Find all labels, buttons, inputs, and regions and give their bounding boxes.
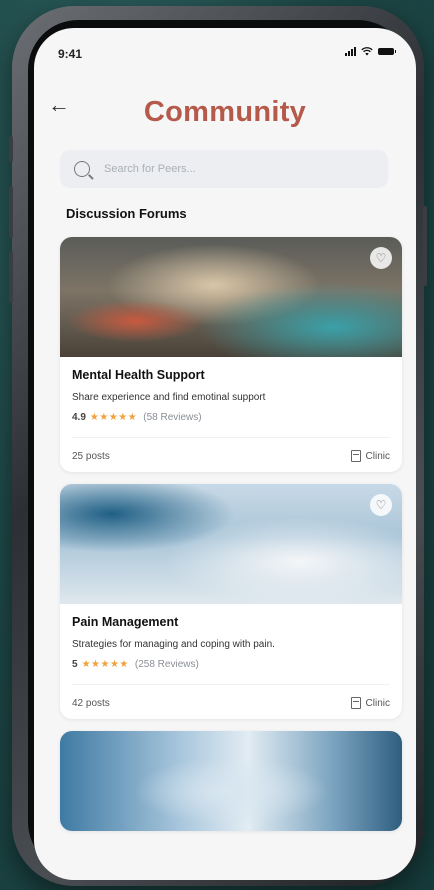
post-count: 42 posts (72, 697, 110, 709)
mute-switch (9, 136, 13, 162)
volume-down-button (9, 251, 13, 303)
clinic-label: Clinic (365, 450, 390, 462)
clinic-tag: Clinic (350, 697, 390, 709)
status-icons (345, 47, 396, 56)
clinic-icon (350, 450, 361, 462)
forum-list: ♡ Mental Health Support Share experience… (60, 237, 402, 831)
forum-image: ♡ (60, 484, 402, 604)
app-screen: 9:41 ← Community Discussion Forums ♡ (34, 28, 416, 880)
forum-image: ♡ (60, 237, 402, 357)
forum-rating: 4.9 ★★★★★ (58 Reviews) (72, 412, 390, 423)
forum-image (60, 731, 402, 831)
forum-card[interactable]: ♡ Pain Management Strategies for managin… (60, 484, 402, 719)
forum-footer: 25 posts Clinic (72, 438, 390, 462)
status-time: 9:41 (58, 47, 83, 61)
forum-card[interactable] (60, 731, 402, 831)
clinic-icon (350, 697, 361, 709)
volume-up-button (9, 186, 13, 238)
rating-score: 4.9 (72, 412, 86, 423)
forum-title: Pain Management (72, 615, 179, 629)
forum-rating: 5 ★★★★★ (258 Reviews) (72, 659, 390, 670)
review-count: (58 Reviews) (143, 412, 202, 423)
heart-icon[interactable]: ♡ (370, 494, 392, 516)
search-bar[interactable] (60, 150, 388, 188)
heart-icon[interactable]: ♡ (370, 247, 392, 269)
battery-icon (378, 48, 396, 55)
forum-description: Share experience and find emotinal suppo… (72, 392, 266, 403)
power-button (423, 206, 427, 286)
clinic-tag: Clinic (350, 450, 390, 462)
page-title: Community (143, 96, 307, 128)
search-icon (74, 161, 90, 177)
star-icons: ★★★★★ (81, 659, 129, 670)
review-count: (258 Reviews) (134, 659, 199, 670)
forum-footer: 42 posts Clinic (72, 685, 390, 709)
section-title: Discussion Forums (66, 206, 187, 221)
rating-score: 5 (72, 659, 78, 670)
forum-title: Mental Health Support (72, 368, 205, 382)
forum-card[interactable]: ♡ Mental Health Support Share experience… (60, 237, 402, 472)
signal-icon (345, 47, 356, 56)
forum-description: Strategies for managing and coping with … (72, 639, 275, 650)
wifi-icon (361, 47, 373, 56)
clinic-label: Clinic (365, 697, 390, 709)
star-icons: ★★★★★ (89, 412, 138, 423)
status-bar: 9:41 (34, 28, 416, 78)
search-input[interactable] (102, 162, 346, 176)
page-header: ← Community (34, 78, 416, 138)
post-count: 25 posts (72, 450, 110, 462)
